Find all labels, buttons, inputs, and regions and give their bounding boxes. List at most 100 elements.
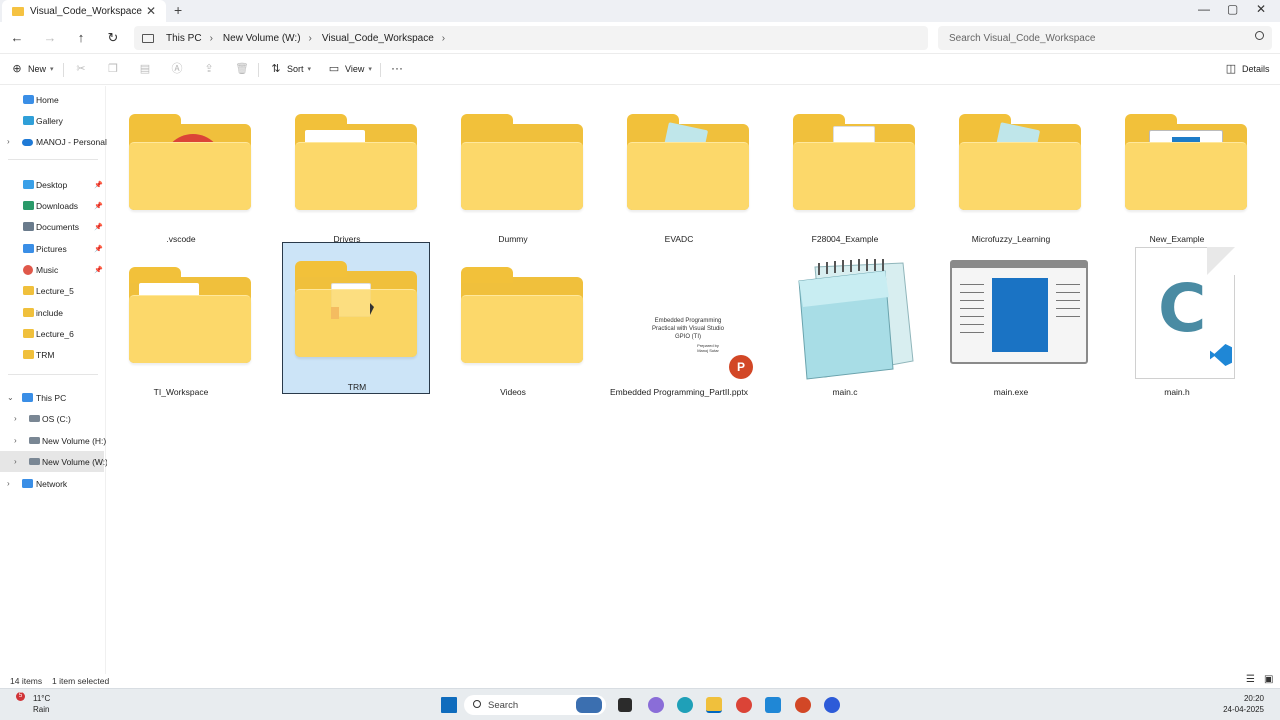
new-button[interactable]: ⊕ New ▾ <box>11 63 53 75</box>
sidebar-item-gallery[interactable]: Gallery <box>0 110 104 131</box>
chrome-icon[interactable] <box>736 697 752 713</box>
file-explorer-icon[interactable] <box>706 697 722 713</box>
vscode-icon[interactable] <box>765 697 781 713</box>
tab-visual-code-workspace[interactable]: Visual_Code_Workspace ✕ <box>2 0 166 22</box>
delete-icon[interactable]: 🗑 <box>235 63 249 75</box>
pin-icon[interactable]: 📌 <box>94 181 103 189</box>
back-button[interactable]: ← <box>8 29 26 47</box>
file-item-main-h[interactable]: C main.h <box>1103 247 1251 399</box>
address-row: ← → ↑ ↻ This PC › New Volume (W:) › Visu… <box>0 22 1280 54</box>
sidebar-item-pictures[interactable]: Pictures 📌 <box>0 238 104 259</box>
zoom-icon[interactable] <box>824 697 840 713</box>
pin-icon[interactable]: 📌 <box>94 245 103 253</box>
pin-icon[interactable]: 📌 <box>94 202 103 210</box>
up-button[interactable]: ↑ <box>72 29 90 47</box>
tiles-view-icon[interactable]: ▣ <box>1264 674 1273 685</box>
details-pane-icon: ◫ <box>1225 63 1237 75</box>
start-button[interactable] <box>441 697 457 713</box>
file-item-new-example[interactable]: New_Example <box>1103 94 1251 246</box>
file-item-vscode[interactable]: .vscode <box>107 94 255 246</box>
close-tab-icon[interactable]: ✕ <box>146 4 156 18</box>
details-button[interactable]: ◫ Details <box>1225 63 1270 75</box>
folder-icon <box>295 114 417 212</box>
chevron-right-icon[interactable]: › <box>14 457 17 466</box>
sidebar-item-downloads[interactable]: Downloads 📌 <box>0 195 104 216</box>
task-view-icon[interactable] <box>618 698 632 712</box>
pin-icon[interactable]: 📌 <box>94 266 103 274</box>
sidebar-item-desktop[interactable]: Desktop 📌 <box>0 174 104 195</box>
address-bar[interactable]: This PC › New Volume (W:) › Visual_Code_… <box>134 26 928 50</box>
file-item-f28004-example[interactable]: F28004_Example <box>771 94 919 246</box>
details-view-icon[interactable]: ☰ <box>1246 674 1255 685</box>
rename-icon[interactable]: Ⓐ <box>171 63 183 75</box>
search-input[interactable]: Search Visual_Code_Workspace <box>938 26 1272 50</box>
breadcrumb-visual-code-workspace[interactable]: Visual_Code_Workspace <box>322 33 434 44</box>
file-name: EVADC <box>664 234 694 244</box>
gallery-icon <box>23 116 34 125</box>
file-item-embedded-programming-pptx[interactable]: Embedded Programming Practical with Visu… <box>605 247 753 399</box>
chevron-right-icon[interactable]: › <box>7 137 10 146</box>
chevron-right-icon[interactable]: › <box>442 33 445 44</box>
chevron-right-icon[interactable]: › <box>14 414 17 423</box>
file-item-dummy[interactable]: Dummy <box>439 94 587 246</box>
date: 24-04-2025 <box>1223 705 1264 714</box>
new-tab-button[interactable]: + <box>174 2 182 18</box>
cut-icon[interactable]: ✂ <box>75 63 87 75</box>
sidebar-label: New Volume (H:) <box>42 435 107 446</box>
edge-icon[interactable] <box>677 697 693 713</box>
computer-icon[interactable] <box>142 33 154 43</box>
paste-icon[interactable]: ▤ <box>139 63 151 75</box>
sidebar-label: TRM <box>36 349 55 360</box>
breadcrumb-this-pc[interactable]: This PC <box>166 33 202 44</box>
taskbar-search[interactable]: Search <box>464 695 606 715</box>
forward-button[interactable]: → <box>41 29 59 47</box>
sidebar-item-lecture-6[interactable]: Lecture_6 <box>0 323 104 344</box>
sidebar-item-home[interactable]: Home <box>0 89 104 110</box>
sidebar-item-include[interactable]: include <box>0 302 104 323</box>
sidebar-item-lecture-5[interactable]: Lecture_5 <box>0 280 104 301</box>
sidebar-item-new-volume-w[interactable]: › New Volume (W:) <box>0 451 108 472</box>
close-window-button[interactable]: ✕ <box>1256 2 1266 16</box>
refresh-button[interactable]: ↻ <box>104 29 122 47</box>
sidebar-item-music[interactable]: Music 📌 <box>0 259 104 280</box>
folder-icon <box>295 261 417 359</box>
file-name: New_Example <box>1149 234 1205 244</box>
file-item-videos[interactable]: Videos <box>439 247 587 399</box>
minimize-button[interactable]: — <box>1198 2 1210 16</box>
sort-button[interactable]: ⇅ Sort ▾ <box>270 63 311 75</box>
copilot-icon[interactable] <box>648 697 664 713</box>
pin-icon[interactable]: 📌 <box>94 223 103 231</box>
folder-icon <box>23 329 34 338</box>
file-item-main-c[interactable]: main.c <box>771 247 919 399</box>
file-item-evadc[interactable]: EVADC <box>605 94 753 246</box>
file-item-drivers[interactable]: Drivers <box>273 94 421 246</box>
chevron-right-icon[interactable]: › <box>309 33 312 44</box>
weather-widget[interactable]: 5 11°C Rain <box>16 692 50 715</box>
clock[interactable]: 20:20 24-04-2025 <box>1223 693 1264 715</box>
chevron-right-icon[interactable]: › <box>7 479 10 488</box>
file-name: Microfuzzy_Learning <box>971 234 1051 244</box>
file-item-trm[interactable]: TRM <box>282 242 430 394</box>
file-item-microfuzzy-learning[interactable]: Microfuzzy_Learning <box>937 94 1085 246</box>
chevron-right-icon[interactable]: › <box>210 33 213 44</box>
view-button[interactable]: ▭ View ▾ <box>328 63 372 75</box>
file-item-main-exe[interactable]: main.exe <box>937 247 1088 399</box>
download-icon <box>23 201 34 210</box>
copy-icon[interactable]: ❐ <box>107 63 119 75</box>
sidebar-item-new-volume-h[interactable]: › New Volume (H:) <box>0 430 107 451</box>
sidebar-item-network[interactable]: › Network <box>0 473 104 494</box>
share-icon[interactable]: ⇪ <box>203 63 215 75</box>
sidebar-item-this-pc[interactable]: ⌄ This PC <box>0 387 104 408</box>
sidebar-item-documents[interactable]: Documents 📌 <box>0 216 104 237</box>
sidebar-item-os-c[interactable]: › OS (C:) <box>0 408 104 429</box>
chevron-right-icon[interactable]: › <box>14 436 17 445</box>
chevron-down-icon[interactable]: ⌄ <box>7 393 14 402</box>
maximize-button[interactable]: ▢ <box>1227 2 1238 16</box>
breadcrumb-new-volume-w[interactable]: New Volume (W:) <box>223 33 301 44</box>
sidebar-item-onedrive[interactable]: › MANOJ - Personal <box>0 131 107 152</box>
more-options-icon[interactable]: ··· <box>391 61 403 75</box>
file-item-ti-workspace[interactable]: TI_Workspace <box>107 247 255 399</box>
folder-icon <box>1125 114 1247 212</box>
sidebar-item-trm[interactable]: TRM <box>0 344 104 365</box>
powerpoint-icon[interactable] <box>795 697 811 713</box>
